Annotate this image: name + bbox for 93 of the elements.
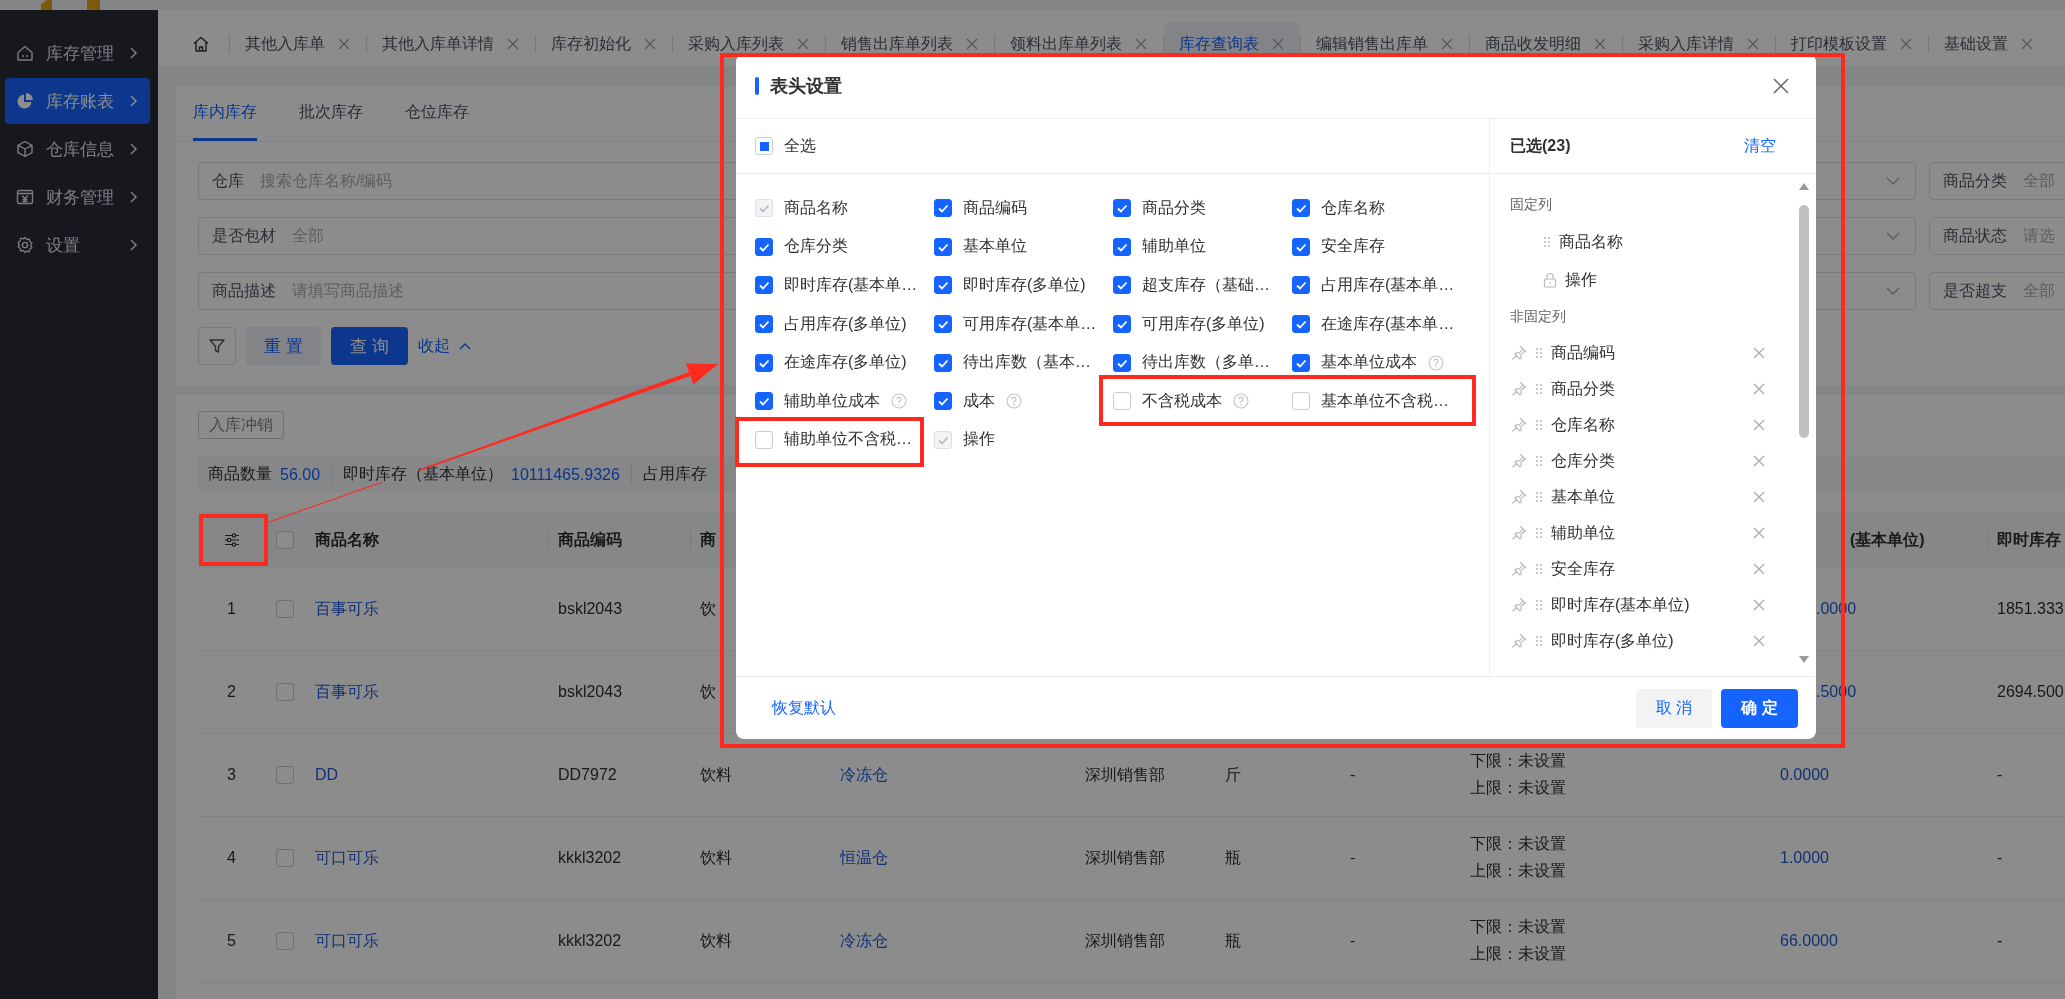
column-name: 基本单位 (1551, 486, 1616, 507)
table-cell: 1851.333 (1997, 600, 2064, 618)
limit-text: 上限：未设置 (1470, 778, 1566, 798)
table-cell: bskl2043 (558, 683, 623, 701)
table-cell-text: 饮料 (700, 930, 732, 951)
checkbox-label: 待出库数（多单… (1142, 352, 1270, 373)
column-header: 商品名称 (315, 529, 379, 550)
field-label: 是否超支 (1943, 280, 2007, 301)
checkbox-label: 辅助单位成本 (784, 390, 880, 411)
summary-label: 即时库存（基本单位） (343, 464, 504, 484)
table-cell-text: 深圳销售部 (1085, 847, 1165, 868)
summary-label: 占用库存 (642, 464, 707, 484)
limit-text: 下限：未设置 (1470, 917, 1566, 937)
checkbox-label: 全选 (784, 135, 816, 156)
column-name: 操作 (1565, 269, 1597, 290)
table-cell-text: 瓶 (1225, 847, 1241, 868)
dialog-title: 表头设置 (770, 75, 843, 98)
row-number: 4 (227, 849, 236, 867)
table-cell-text: 深圳销售部 (1085, 930, 1165, 951)
selected-count-title: 已选(23) (1510, 135, 1571, 156)
checkbox-label: 超支库存（基础… (1142, 275, 1270, 295)
checkbox-label: 成本 (963, 390, 995, 411)
summary-value: 10111465.9326 (511, 465, 620, 484)
column-name: 仓库分类 (1551, 450, 1616, 471)
table-cell: DD7972 (558, 766, 617, 784)
checkbox-label: 商品分类 (1142, 197, 1206, 218)
table-cell: - (1350, 849, 1356, 867)
checkbox-label: 辅助单位 (1142, 236, 1206, 257)
column-name: 商品分类 (1551, 378, 1616, 399)
field-label: 是否包材 (212, 225, 276, 246)
limit-text: 下限：未设置 (1470, 834, 1566, 854)
row-number: 2 (227, 683, 236, 701)
column-name: 商品名称 (1559, 231, 1623, 252)
limit-text: 上限：未设置 (1470, 861, 1566, 881)
table-cell-text: 斤 (1225, 764, 1241, 785)
table-cell-text: 瓶 (1225, 930, 1241, 951)
field-label: 商品描述 (212, 280, 276, 301)
checkbox-label: 即时库存(多单位) (963, 275, 1086, 295)
table-cell: kkkl3202 (558, 849, 622, 867)
table-cell: bskl2043 (558, 600, 623, 618)
field-label: 商品状态 (1943, 225, 2007, 246)
checkbox-label: 待出库数（基本… (963, 352, 1091, 373)
column-header: 即时库存 (1997, 529, 2061, 550)
summary-value: 56.00 (280, 465, 321, 484)
limit-text: 下限：未设置 (1470, 751, 1566, 771)
table-cell-text: 饮 (700, 598, 716, 619)
table-cell-text: 饮料 (700, 764, 732, 785)
column-name: 即时库存(基本单位) (1551, 594, 1691, 615)
column-name: 辅助单位 (1551, 522, 1616, 543)
table-cell: kkkl3202 (558, 932, 622, 950)
checkbox-label: 商品编码 (963, 197, 1027, 218)
checkbox-label: 商品名称 (784, 197, 848, 218)
checkbox-label: 仓库分类 (784, 236, 848, 257)
table-cell-text: 饮 (700, 681, 716, 702)
checkbox-label: 可用库存(基本单… (963, 313, 1097, 334)
summary-label: 商品数量 (208, 464, 272, 484)
field-label: 商品分类 (1943, 170, 2007, 191)
row-number: 3 (227, 766, 236, 784)
column-name: 即时库存(多单位) (1551, 630, 1675, 651)
group-label: 固定列 (1509, 195, 1553, 214)
table-cell: - (1350, 766, 1356, 784)
table-cell-text: 深圳销售部 (1085, 764, 1165, 785)
checkbox-label: 辅助单位不含税… (784, 429, 912, 450)
table-cell-text: 饮料 (700, 847, 732, 868)
checkbox-label: 占用库存(多单位) (784, 313, 907, 334)
row-number: 1 (227, 600, 236, 618)
checkbox-label: 安全库存 (1321, 236, 1385, 257)
column-name: 仓库名称 (1551, 414, 1616, 435)
table-cell: 2694.500 (1997, 683, 2064, 701)
checkbox-label: 基本单位成本 (1321, 352, 1417, 373)
checkbox-label: 不含税成本 (1142, 390, 1222, 411)
field-label: 仓库 (212, 170, 244, 191)
checkbox-label: 仓库名称 (1321, 197, 1385, 218)
table-cell: - (1997, 932, 2003, 950)
column-name: 安全库存 (1551, 558, 1616, 579)
limit-text: 上限：未设置 (1470, 944, 1566, 964)
column-header: 商品编码 (558, 529, 622, 550)
column-header: 商 (700, 529, 716, 550)
checkbox-label: 基本单位 (963, 236, 1027, 257)
checkbox-label: 在途库存(基本单… (1321, 313, 1455, 334)
table-cell: - (1997, 766, 2003, 784)
column-header: (基本单位) (1850, 529, 1925, 550)
checkbox-label: 占用库存(基本单… (1321, 275, 1455, 295)
checkbox-label: 即时库存(基本单… (784, 275, 918, 295)
group-label: 非固定列 (1509, 307, 1567, 326)
checkbox-label: 可用库存(多单位) (1142, 313, 1265, 334)
checkbox-label: 操作 (963, 429, 995, 450)
table-cell: - (1350, 932, 1356, 950)
checkbox-label: 在途库存(多单位) (784, 352, 907, 373)
checkbox-label: 基本单位不含税… (1321, 390, 1449, 411)
table-cell: - (1997, 849, 2003, 867)
column-name: 商品编码 (1551, 342, 1616, 363)
row-number: 5 (227, 932, 236, 950)
